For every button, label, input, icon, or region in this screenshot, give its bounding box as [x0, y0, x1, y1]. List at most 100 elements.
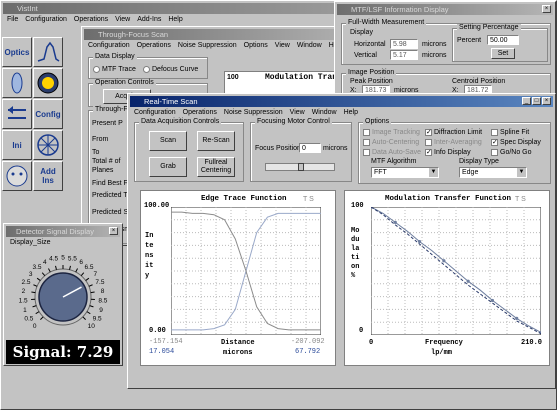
ini-button[interactable]: Ini — [2, 130, 32, 160]
display-type-label: Display Type — [459, 158, 499, 165]
dial-tick-label: 9.5 — [93, 315, 102, 322]
info-display-checkbox[interactable]: ✓ — [425, 149, 432, 156]
options-group: Options Image Tracking Auto-Centering Da… — [358, 118, 551, 184]
image-tracking-checkbox[interactable] — [363, 129, 370, 136]
predicted-t-label: Predicted T — [92, 192, 128, 199]
es-menu-view[interactable]: View — [290, 108, 305, 118]
es-menu-noise-suppression[interactable]: Noise Suppression — [224, 108, 283, 118]
arrow-tool-button[interactable] — [2, 99, 32, 129]
grab-button[interactable]: Grab — [149, 157, 187, 177]
fullwidth-group: Full-Width Measurement Display Horizonta… — [341, 19, 551, 65]
mtf-data-point — [417, 239, 422, 244]
dial-tool-button[interactable] — [33, 68, 63, 98]
focus-position-label: Focus Position — [255, 145, 301, 152]
present-p-label: Present P — [92, 120, 123, 127]
spline-fit-checkbox[interactable] — [491, 129, 498, 136]
spec-display-label: Spec Display — [500, 139, 541, 146]
focus-slider-thumb[interactable] — [298, 163, 304, 171]
auto-centering-checkbox[interactable] — [363, 139, 370, 146]
tfs-menu-window[interactable]: Window — [297, 41, 322, 51]
dial-tick — [36, 277, 41, 281]
horizontal-field: 5.98 — [390, 39, 418, 49]
grab-label: Grab — [160, 163, 176, 170]
dial-tick-label: 7.5 — [95, 279, 104, 286]
find-best-label: Find Best Fo — [92, 180, 132, 187]
chevron-down-icon[interactable]: ▼ — [517, 168, 526, 177]
main-menu-add-ins[interactable]: Add-Ins — [137, 15, 161, 25]
tfs-menu-options[interactable]: Options — [244, 41, 268, 51]
focus-slider[interactable] — [265, 163, 335, 171]
es-titlebar[interactable]: Real-Time Scan _ □ × — [130, 96, 553, 107]
data-display-label: Data Display — [93, 53, 137, 60]
edge-plot-ymin: 0.00 — [149, 327, 166, 335]
tfs-menu-noise-suppression[interactable]: Noise Suppression — [178, 41, 237, 51]
add-ins-button[interactable]: Add Ins — [33, 161, 63, 191]
es-menubar: Configuration Operations Noise Suppression… — [130, 108, 553, 118]
data-autosave-checkbox[interactable] — [363, 149, 370, 156]
edge-plot-ylabel: Intensity — [145, 232, 154, 280]
main-menu-configuration[interactable]: Configuration — [25, 15, 67, 25]
mtf-plot-title: Modulation Transfer Function — [385, 195, 512, 203]
focus-position-field[interactable]: 0 — [299, 143, 321, 153]
es-menu-operations[interactable]: Operations — [183, 108, 217, 118]
main-menu-view[interactable]: View — [115, 15, 130, 25]
mtf-algorithm-label: MTF Algorithm — [371, 158, 417, 165]
options-label: Options — [363, 118, 392, 125]
inter-averaging-checkbox[interactable] — [425, 139, 432, 146]
mtf-trace-radio[interactable] — [93, 66, 100, 73]
dial-tick — [41, 272, 46, 277]
face-tool-button[interactable] — [2, 161, 32, 191]
dial-tick-label: 8 — [101, 288, 105, 295]
close-icon[interactable]: × — [542, 5, 551, 13]
dial-tick — [31, 291, 36, 294]
tfs-menu-view[interactable]: View — [275, 41, 290, 51]
image-position-label: Image Position — [346, 69, 397, 76]
spec-display-checkbox[interactable]: ✓ — [491, 139, 498, 146]
scan-button[interactable]: Scan — [149, 131, 187, 151]
auto-centering-label: Auto-Centering — [372, 139, 420, 146]
scan-label: Scan — [160, 137, 176, 144]
mtf-algorithm-select[interactable]: FFT ▼ — [371, 167, 439, 178]
chevron-down-icon[interactable]: ▼ — [429, 168, 438, 177]
display-type-select[interactable]: Edge ▼ — [459, 167, 527, 178]
es-menu-configuration[interactable]: Configuration — [134, 108, 176, 118]
minimize-icon[interactable]: _ — [522, 97, 531, 105]
dial-tick-label: 2 — [22, 288, 26, 295]
optics-label: Optics — [4, 47, 30, 57]
mtf-plot-tag: T S — [515, 196, 526, 203]
rescan-button[interactable]: Re-Scan — [197, 131, 235, 151]
target-tool-button[interactable] — [2, 68, 32, 98]
go-no-go-checkbox[interactable] — [491, 149, 498, 156]
config-button[interactable]: Config — [33, 99, 63, 129]
mtf-plot-ymin: 0 — [359, 327, 364, 335]
main-menu-operations[interactable]: Operations — [74, 15, 108, 25]
fullreal-centering-button[interactable]: Fullreal Centering — [197, 157, 235, 177]
percent-field[interactable]: 50.00 — [487, 35, 519, 45]
diffraction-limit-checkbox[interactable]: ✓ — [425, 129, 432, 136]
tfs-titlebar[interactable]: Through-Focus Scan — [84, 29, 371, 40]
es-menu-window[interactable]: Window — [312, 108, 337, 118]
dial-tick-label: 2.5 — [22, 279, 31, 286]
tfs-menu-operations[interactable]: Operations — [137, 41, 171, 51]
close-icon[interactable]: × — [109, 227, 118, 235]
mtf-plot-area — [371, 207, 541, 335]
display-size-menu[interactable]: Display_Size — [10, 238, 50, 248]
maximize-icon[interactable]: □ — [532, 97, 541, 105]
graph-tool-button[interactable] — [33, 37, 63, 67]
mtf-info-titlebar[interactable]: MTF/LSF Information Display × — [337, 4, 553, 15]
gauge-icon — [37, 72, 59, 94]
dial-tick-label: 8.5 — [98, 298, 107, 305]
wheel-tool-button[interactable] — [33, 130, 63, 160]
main-menu-file[interactable]: File — [7, 15, 18, 25]
detector-title: Detector Signal Display — [16, 227, 94, 236]
es-menu-help[interactable]: Help — [344, 108, 358, 118]
tfs-menubar: Configuration Operations Noise Suppression… — [84, 41, 371, 51]
set-button[interactable]: Set — [491, 48, 515, 59]
edge-plot-tag: T S — [303, 196, 314, 203]
optics-button[interactable]: Optics — [2, 37, 32, 67]
detector-titlebar[interactable]: Detector Signal Display × — [6, 226, 120, 237]
defocus-curve-radio[interactable] — [143, 66, 150, 73]
main-menu-help[interactable]: Help — [168, 15, 182, 25]
tfs-menu-configuration[interactable]: Configuration — [88, 41, 130, 51]
close-icon[interactable]: × — [542, 97, 551, 105]
